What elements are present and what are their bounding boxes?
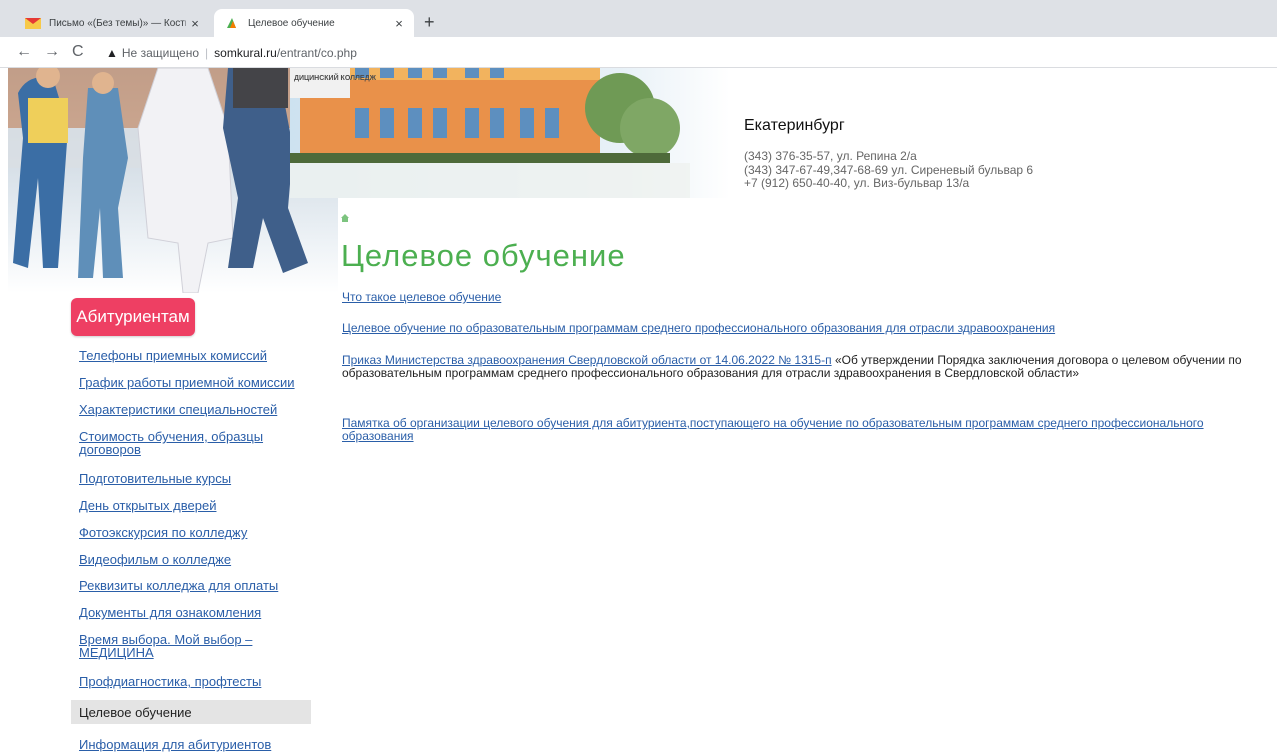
contacts-block: (343) 376-35-57, ул. Репина 2/а (343) 34…	[744, 149, 1034, 191]
sidebar-item-prep-courses[interactable]: Подготовительные курсы	[79, 472, 231, 485]
sidebar-item-open-day[interactable]: День открытых дверей	[79, 499, 216, 512]
sidebar-item-choice-medicine[interactable]: Время выбора. Мой выбор – МЕДИЦИНА	[79, 633, 279, 659]
sidebar-item-schedule[interactable]: График работы приемной комиссии	[79, 376, 295, 389]
tab-strip: Письмо «(Без темы)» — Костылева × Целево…	[0, 0, 1277, 37]
url-path[interactable]: /entrant/co.php	[277, 46, 357, 60]
tab-target-education[interactable]: Целевое обучение ×	[214, 9, 414, 37]
sidebar-item-prof-diagnostics[interactable]: Профдиагностика, профтесты	[79, 675, 261, 688]
new-tab-button[interactable]: +	[424, 12, 435, 32]
browser-toolbar: ← → C ▲ Не защищено | somkural.ru/entran…	[0, 37, 1277, 68]
header-building-image: ДИЦИНСКИЙ КОЛЛЕДЖ	[290, 68, 730, 198]
address-separator: |	[205, 46, 209, 60]
sidebar-item-target-education[interactable]: Целевое обучение	[71, 700, 311, 724]
content-paragraph: Памятка об организации целевого обучения…	[342, 417, 1222, 443]
building-sign-text: ДИЦИНСКИЙ КОЛЛЕДЖ	[294, 73, 377, 82]
url-host[interactable]: somkural.ru	[214, 46, 277, 60]
sidebar-item-video[interactable]: Видеофильм о колледже	[79, 553, 231, 566]
contact-line: (343) 347-67-49,347-68-69 ул. Сиреневый …	[744, 162, 1034, 177]
sidebar-item-label[interactable]: Профдиагностика, профтесты	[79, 674, 261, 689]
forward-arrow-icon[interactable]: →	[44, 43, 60, 61]
sidebar-item-label[interactable]: График работы приемной комиссии	[79, 375, 295, 390]
tab-close-icon[interactable]: ×	[390, 16, 408, 31]
sidebar-item-label[interactable]: Характеристики специальностей	[79, 402, 277, 417]
sidebar-item-label[interactable]: Реквизиты колледжа для оплаты	[79, 578, 278, 593]
sidebar-item-payment-details[interactable]: Реквизиты колледжа для оплаты	[79, 579, 278, 592]
sidebar-item-cost[interactable]: Стоимость обучения, образцы договоров	[79, 430, 279, 456]
tab-mail[interactable]: Письмо «(Без темы)» — Костылева ×	[15, 9, 210, 37]
mail-favicon-icon	[25, 16, 41, 30]
link-ministry-order[interactable]: Приказ Министерства здравоохранения Свер…	[342, 353, 832, 367]
sidebar-item-specialties[interactable]: Характеристики специальностей	[79, 403, 277, 416]
sidebar-item-label[interactable]: Видеофильм о колледже	[79, 552, 231, 567]
contact-line: (343) 376-35-57, ул. Репина 2/а	[744, 149, 917, 163]
sidebar-item-phones[interactable]: Телефоны приемных комиссий	[79, 349, 267, 362]
sidebar-item-documents[interactable]: Документы для ознакомления	[79, 606, 261, 619]
security-label[interactable]: Не защищено	[122, 46, 199, 60]
back-arrow-icon[interactable]: ←	[16, 43, 32, 61]
browser-chrome: Письмо «(Без темы)» — Костылева × Целево…	[0, 0, 1277, 68]
tab-title: Целевое обучение	[248, 17, 335, 29]
content-paragraph: Приказ Министерства здравоохранения Свер…	[342, 354, 1252, 380]
content-paragraph: Что такое целевое обучение	[342, 291, 501, 304]
link-memo-target-education[interactable]: Памятка об организации целевого обучения…	[342, 416, 1204, 443]
sidebar-title-badge: Абитуриентам	[71, 298, 195, 336]
site-favicon-icon	[224, 16, 240, 30]
link-what-is-target-education[interactable]: Что такое целевое обучение	[342, 290, 501, 304]
sidebar-item-label[interactable]: Документы для ознакомления	[79, 605, 261, 620]
sidebar-item-label: Целевое обучение	[79, 704, 192, 720]
sidebar-item-label[interactable]: Телефоны приемных комиссий	[79, 348, 267, 363]
reload-icon[interactable]: C	[72, 43, 84, 61]
home-icon[interactable]	[340, 210, 350, 222]
sidebar-item-label[interactable]: Время выбора. Мой выбор – МЕДИЦИНА	[79, 632, 252, 660]
city-name: Екатеринбург	[744, 117, 845, 134]
link-target-education-programs[interactable]: Целевое обучение по образовательным прог…	[342, 321, 1055, 335]
content-paragraph: Целевое обучение по образовательным прог…	[342, 322, 1055, 335]
sidebar-item-photo-tour[interactable]: Фотоэкскурсия по колледжу	[79, 526, 247, 539]
sidebar-item-label[interactable]: День открытых дверей	[79, 498, 216, 513]
contact-line: +7 (912) 650-40-40, ул. Виз-бульвар 13/а	[744, 176, 970, 190]
warning-icon[interactable]: ▲	[106, 46, 118, 60]
tab-title: Письмо «(Без темы)» — Костылева	[49, 17, 186, 29]
address-bar[interactable]: ▲ Не защищено | somkural.ru/entrant/co.p…	[98, 42, 1268, 64]
sidebar-item-label[interactable]: Фотоэкскурсия по колледжу	[79, 525, 247, 540]
sidebar-item-applicant-info[interactable]: Информация для абитуриентов	[79, 738, 271, 751]
sidebar-item-label[interactable]: Стоимость обучения, образцы договоров	[79, 429, 263, 457]
tab-close-icon[interactable]: ×	[186, 16, 204, 31]
page-title: Целевое обучение	[341, 238, 626, 273]
sidebar-item-label[interactable]: Подготовительные курсы	[79, 471, 231, 486]
header-photo-people	[8, 68, 338, 293]
sidebar-item-label[interactable]: Информация для абитуриентов	[79, 737, 271, 752]
